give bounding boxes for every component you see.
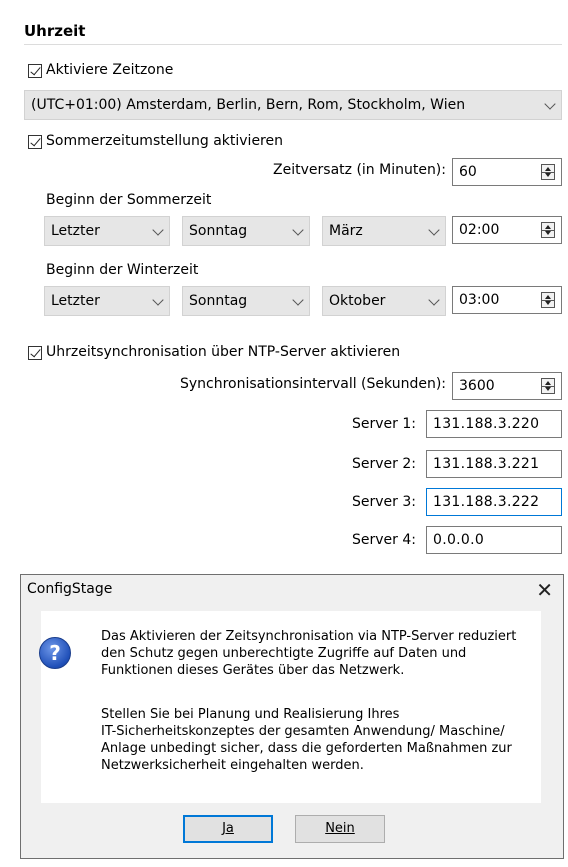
spin-buttons-icon[interactable]	[541, 164, 555, 180]
winter-day-select[interactable]: Sonntag	[182, 286, 310, 316]
server-4-input[interactable]: 0.0.0.0	[426, 526, 562, 554]
summer-month-select[interactable]: März	[322, 216, 446, 246]
chevron-down-icon	[544, 98, 556, 110]
dialog-message-1: Das Aktivieren der Zeitsynchronisation v…	[101, 628, 531, 679]
chevron-down-icon	[152, 294, 164, 306]
server-3-input[interactable]: 131.188.3.222	[426, 488, 562, 516]
section-title: Uhrzeit	[24, 22, 86, 40]
no-button[interactable]: Nein	[295, 815, 385, 843]
interval-spinbox[interactable]: 3600	[452, 372, 562, 400]
message-line: den Schutz gegen unberechtigte Zugriffe …	[101, 646, 467, 661]
winter-time-spinbox[interactable]: 03:00	[452, 286, 562, 314]
yes-button[interactable]: Ja	[183, 815, 273, 843]
message-line: Das Aktivieren der Zeitsynchronisation v…	[101, 629, 517, 644]
message-line: Stellen Sie bei Planung und Realisierung…	[101, 707, 400, 722]
question-icon: ?	[39, 637, 71, 669]
winter-week-select[interactable]: Letzter	[44, 286, 170, 316]
winter-week-value: Letzter	[51, 293, 100, 309]
spin-buttons-icon[interactable]	[541, 292, 555, 308]
summer-day-select[interactable]: Sonntag	[182, 216, 310, 246]
close-icon[interactable]: ✕	[536, 578, 553, 602]
chevron-down-icon	[428, 224, 440, 236]
chevron-down-icon	[292, 224, 304, 236]
message-line: Funktionen dieses Gerätes über das Netzw…	[101, 663, 405, 678]
winter-start-label: Beginn der Winterzeit	[46, 262, 199, 278]
server-2-label: Server 2:	[352, 456, 416, 472]
server-3-label: Server 3:	[352, 494, 416, 510]
ntp-checkbox-label: Uhrzeitsynchronisation über NTP-Server a…	[46, 344, 401, 360]
winter-time-value: 03:00	[459, 292, 500, 308]
confirm-dialog: ConfigStage ✕ ? Das Aktivieren der Zeits…	[20, 574, 564, 859]
message-line: Anlage unbedingt sicher, dass die geford…	[101, 741, 512, 756]
yes-button-label: Ja	[222, 821, 234, 836]
dialog-title: ConfigStage	[27, 581, 113, 597]
offset-value: 60	[459, 164, 477, 180]
summer-week-select[interactable]: Letzter	[44, 216, 170, 246]
message-line: IT-Sicherheitskonzeptes der gesamten Anw…	[101, 724, 505, 739]
dst-checkbox-label: Sommerzeitumstellung aktivieren	[46, 133, 283, 149]
server-2-input[interactable]: 131.188.3.221	[426, 450, 562, 478]
timezone-checkbox[interactable]	[28, 64, 42, 78]
server-1-label: Server 1:	[352, 416, 416, 432]
summer-start-label: Beginn der Sommerzeit	[46, 192, 212, 208]
winter-month-select[interactable]: Oktober	[322, 286, 446, 316]
section-divider	[24, 44, 562, 45]
spin-buttons-icon[interactable]	[541, 222, 555, 238]
ntp-checkbox[interactable]	[28, 346, 42, 360]
server-1-input[interactable]: 131.188.3.220	[426, 410, 562, 438]
interval-value: 3600	[459, 378, 495, 394]
summer-time-value: 02:00	[459, 222, 500, 238]
offset-spinbox[interactable]: 60	[452, 158, 562, 186]
spin-buttons-icon[interactable]	[541, 378, 555, 394]
summer-day-value: Sonntag	[189, 223, 248, 239]
summer-time-spinbox[interactable]: 02:00	[452, 216, 562, 244]
no-button-label: Nein	[325, 821, 355, 836]
chevron-down-icon	[292, 294, 304, 306]
timezone-select[interactable]: (UTC+01:00) Amsterdam, Berlin, Bern, Rom…	[24, 90, 562, 120]
offset-label: Zeitversatz (in Minuten):	[273, 162, 446, 178]
timezone-select-value: (UTC+01:00) Amsterdam, Berlin, Bern, Rom…	[31, 97, 466, 113]
interval-label: Synchronisationsintervall (Sekunden):	[179, 376, 446, 392]
chevron-down-icon	[152, 224, 164, 236]
dialog-message-2: Stellen Sie bei Planung und Realisierung…	[101, 706, 531, 774]
dst-checkbox[interactable]	[28, 135, 42, 149]
server-4-label: Server 4:	[352, 532, 416, 548]
timezone-checkbox-label: Aktiviere Zeitzone	[46, 62, 174, 78]
summer-week-value: Letzter	[51, 223, 100, 239]
chevron-down-icon	[428, 294, 440, 306]
winter-month-value: Oktober	[329, 293, 386, 309]
winter-day-value: Sonntag	[189, 293, 248, 309]
summer-month-value: März	[329, 223, 363, 239]
message-line: Netzwerksicherheit eingehalten werden.	[101, 758, 364, 773]
